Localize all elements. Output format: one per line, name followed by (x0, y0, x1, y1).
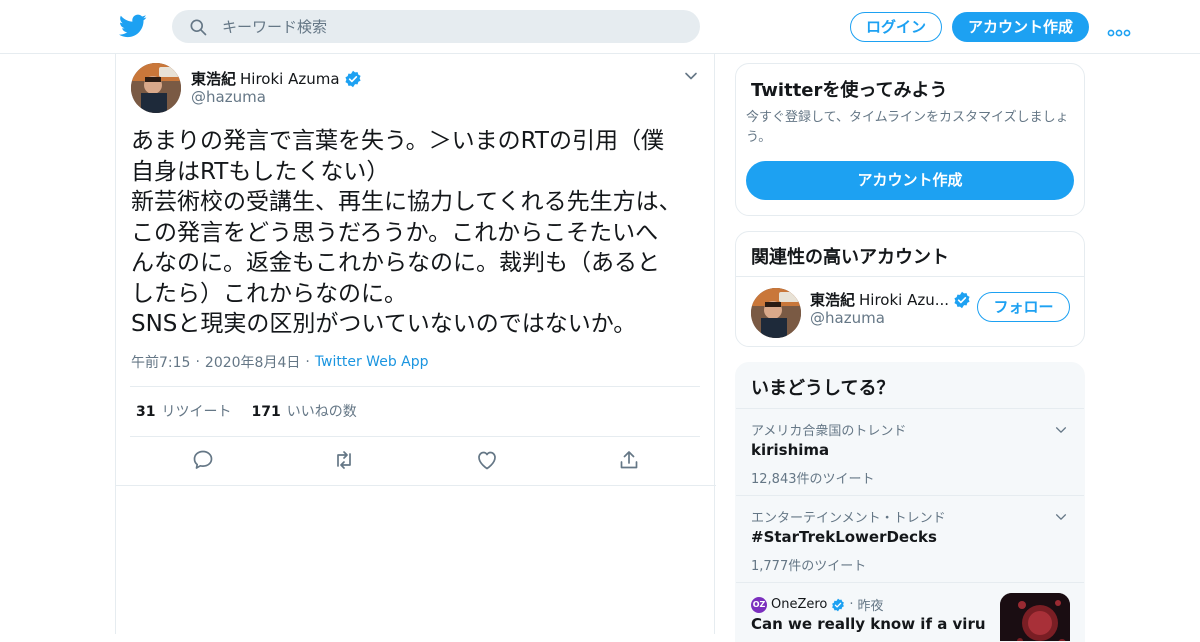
tweet-detail: 東浩紀 Hiroki Azuma @hazuma あまりの発言で言葉を失う。＞い… (115, 54, 716, 634)
dot-separator: · (849, 597, 854, 612)
like-count: 171 (251, 404, 281, 420)
signup-button[interactable]: アカウント作成 (952, 12, 1089, 42)
divider (130, 386, 700, 387)
heart-icon[interactable] (475, 448, 499, 472)
chevron-down-icon[interactable] (1054, 509, 1068, 523)
dot-separator: · (195, 354, 200, 370)
signup-card-button[interactable]: アカウント作成 (746, 161, 1074, 200)
search-input[interactable] (222, 10, 682, 43)
author-name-en: Hiroki Azuma (240, 69, 340, 88)
trend-item[interactable]: エンターテインメント・トレンド #StarTrekLowerDecks 1,77… (736, 495, 1084, 582)
news-headline: Can we really know if a virus was (751, 615, 986, 633)
like-label: いいねの数 (286, 404, 357, 420)
news-thumbnail (1000, 593, 1070, 641)
signup-card: Twitterを使ってみよう 今すぐ登録して、タイムラインをカスタマイズしましょ… (735, 63, 1085, 216)
news-source: OZ OneZero · 昨夜 (751, 595, 884, 614)
trend-name: #StarTrekLowerDecks (751, 528, 937, 546)
news-source-name: OneZero (771, 597, 828, 612)
login-button[interactable]: ログイン (850, 12, 942, 42)
related-accounts-card: 関連性の高いアカウント 東浩紀 Hiroki Azu... @hazuma フォ… (735, 231, 1085, 347)
search-box[interactable] (172, 10, 700, 43)
author-handle[interactable]: @hazuma (191, 88, 266, 106)
retweet-count: 31 (136, 404, 156, 420)
tweet-stats: 31 リツイート 171 いいねの数 (136, 401, 357, 421)
twitter-bird-icon[interactable] (118, 12, 148, 40)
trends-title: いまどうしてる？ (751, 378, 895, 399)
verified-badge-icon (953, 291, 971, 309)
verified-badge-icon (831, 598, 845, 612)
chevron-down-icon[interactable] (1054, 422, 1068, 436)
trends-card: いまどうしてる？ アメリカ合衆国のトレンド kirishima 12,843件の… (735, 362, 1085, 642)
trend-name: kirishima (751, 441, 830, 459)
trend-count: 1,777件のツイート (751, 559, 867, 574)
related-account-name[interactable]: 東浩紀 Hiroki Azu... (810, 289, 971, 310)
news-item[interactable]: OZ OneZero · 昨夜 Can we really know if a … (736, 582, 1084, 641)
retweet-icon[interactable] (332, 448, 356, 472)
news-source-logo: OZ (751, 596, 767, 613)
chevron-down-icon[interactable] (683, 68, 699, 84)
trend-item[interactable]: アメリカ合衆国のトレンド kirishima 12,843件のツイート (736, 408, 1084, 495)
tweet-timestamp: 午前7:15 · 2020年8月4日 · Twitter Web App (131, 352, 429, 372)
divider (736, 276, 1084, 277)
related-accounts-title: 関連性の高いアカウント (751, 247, 949, 268)
tweet-source-link[interactable]: Twitter Web App (315, 354, 429, 370)
reply-icon[interactable] (191, 448, 215, 472)
verified-badge-icon (344, 70, 362, 88)
avatar[interactable] (131, 63, 181, 113)
retweet-stat[interactable]: 31 リツイート (136, 401, 231, 421)
related-account-handle[interactable]: @hazuma (810, 309, 885, 327)
search-icon (188, 17, 208, 37)
author-name[interactable]: 東浩紀 Hiroki Azuma (191, 68, 362, 89)
tweet-text: あまりの発言で言葉を失う。＞いまのRTの引用（僕 自身はRTもしたくない） 新芸… (131, 128, 682, 337)
follow-button[interactable]: フォロー (977, 292, 1070, 322)
like-stat[interactable]: 171 いいねの数 (251, 401, 356, 421)
author-name-jp: 東浩紀 (191, 70, 237, 88)
news-time: 昨夜 (857, 599, 884, 614)
more-options-icon[interactable] (1107, 22, 1131, 37)
related-account-name-jp: 東浩紀 (810, 291, 856, 309)
divider (130, 436, 700, 437)
dot-separator: · (305, 354, 310, 370)
trend-count: 12,843件のツイート (751, 472, 875, 487)
top-navigation-bar: ログイン アカウント作成 (0, 0, 1200, 54)
related-account-name-en: Hiroki Azu... (859, 290, 950, 309)
signup-card-description: 今すぐ登録して、タイムラインをカスタマイズしましょう。 (746, 110, 1069, 145)
share-icon[interactable] (617, 448, 641, 472)
tweet-actions (116, 448, 716, 476)
retweet-label: リツイート (161, 404, 232, 420)
tweet-time[interactable]: 午前7:15 (131, 352, 190, 372)
signup-card-title: Twitterを使ってみよう (751, 80, 948, 101)
trend-context: アメリカ合衆国のトレンド (751, 424, 907, 439)
trend-context: エンターテインメント・トレンド (751, 511, 946, 526)
tweet-date[interactable]: 2020年8月4日 (205, 352, 300, 372)
divider (116, 485, 716, 486)
avatar[interactable] (751, 288, 801, 338)
